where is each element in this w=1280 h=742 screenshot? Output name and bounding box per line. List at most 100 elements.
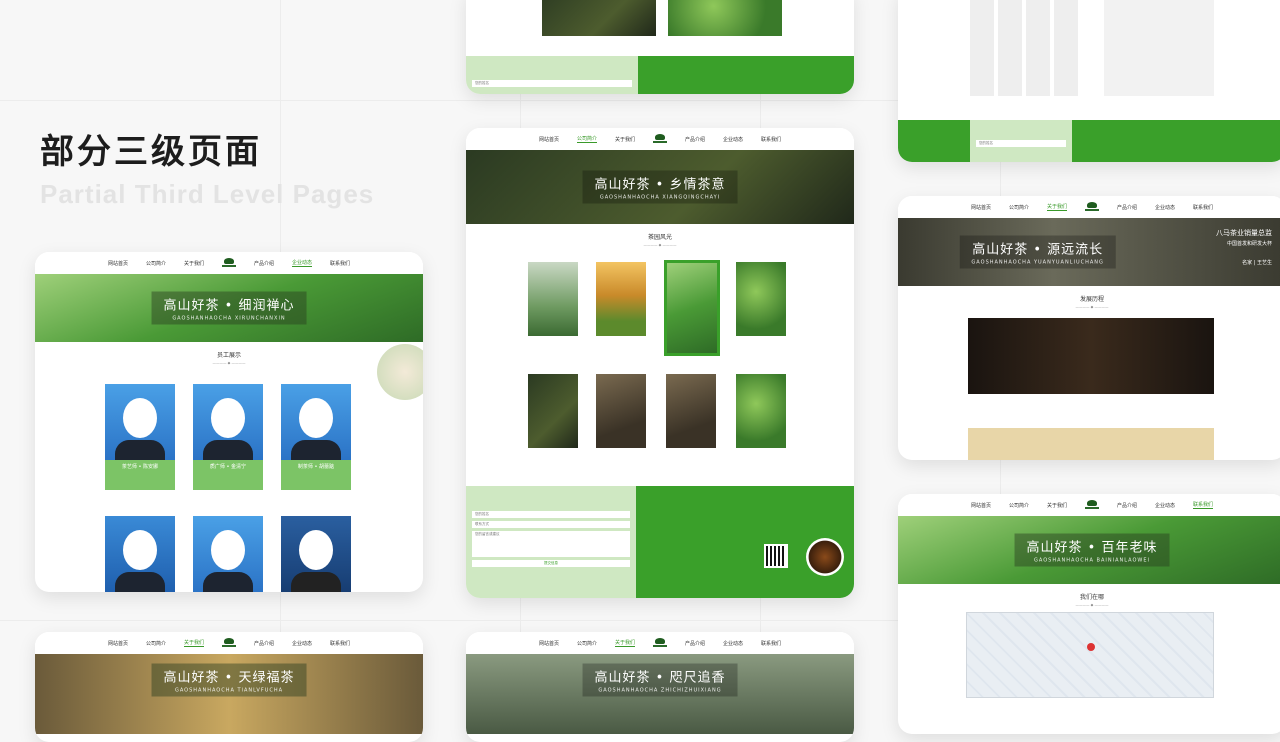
- gallery-photo[interactable]: [666, 374, 716, 448]
- banner-title: 高山好茶 • 细润禅心: [163, 298, 295, 314]
- bottom-left-card[interactable]: 网站首页 公司简介 关于我们 产品介绍 企业动态 联系我们 高山好茶 • 天绿福…: [35, 632, 423, 742]
- location-page-card[interactable]: 网站首页 公司简介 关于我们 产品介绍 企业动态 联系我们 高山好茶 • 百年老…: [898, 494, 1280, 734]
- nav-news[interactable]: 企业动态: [1155, 204, 1175, 211]
- nav-contact[interactable]: 联系我们: [761, 640, 781, 647]
- nav-products[interactable]: 产品介绍: [1117, 204, 1137, 211]
- nav-products[interactable]: 产品介绍: [254, 260, 274, 267]
- brand-logo-icon: [1085, 201, 1099, 213]
- staff-card[interactable]: [281, 516, 351, 592]
- nav-home[interactable]: 网站首页: [539, 136, 559, 143]
- side-line: 中国首发和研发大杯: [1226, 241, 1272, 247]
- footer-input[interactable]: 您的姓名: [976, 140, 1066, 147]
- nav-about[interactable]: 公司简介: [146, 640, 166, 647]
- nav-contact[interactable]: 联系我们: [1193, 204, 1213, 211]
- gallery-photo[interactable]: [736, 262, 786, 336]
- nav-us[interactable]: 关于我们: [615, 136, 635, 143]
- nav-products[interactable]: 产品介绍: [254, 640, 274, 647]
- nav-about[interactable]: 公司简介: [1009, 204, 1029, 211]
- staff-photo: [193, 516, 263, 592]
- nav-about[interactable]: 公司简介: [1009, 502, 1029, 509]
- banner-caption: 高山好茶 • 源远流长 GAOSHANHAOCHA YUANYUANLIUCHA…: [959, 235, 1116, 269]
- contact-input[interactable]: 联系方式: [472, 521, 630, 528]
- staff-card[interactable]: 制茶师 • 胡蕾踮: [281, 384, 351, 490]
- section-divider: ———— ◆ ————: [1075, 305, 1109, 309]
- nav-news[interactable]: 企业动态: [723, 640, 743, 647]
- brand-logo-icon: [653, 133, 667, 145]
- page-title: 部分三级页面: [40, 132, 262, 172]
- nav-products[interactable]: 产品介绍: [685, 640, 705, 647]
- staff-card[interactable]: 质广师 • 金清宁: [193, 384, 263, 490]
- gallery-photo[interactable]: [596, 262, 646, 336]
- nav-contact[interactable]: 联系我们: [1193, 501, 1214, 509]
- banner-title: 高山好茶 • 源远流长: [972, 242, 1104, 258]
- staff-info: 茶艺师 • 陈安娜: [105, 460, 175, 490]
- banner-caption: 高山好茶 • 天绿福茶 GAOSHANHAOCHA TIANLVFUCHA: [151, 663, 307, 697]
- banner-side-text: 八马茶业销量总监 中国首发和研发大杯 名家 | 王艺生: [1216, 228, 1272, 266]
- nav-home[interactable]: 网站首页: [108, 640, 128, 647]
- banner-subtitle: GAOSHANHAOCHA YUANYUANLIUCHANG: [971, 259, 1104, 266]
- gallery-photo[interactable]: [528, 374, 578, 448]
- section-title: 茶园风光: [647, 234, 672, 241]
- site-footer: 您的姓名: [898, 120, 1280, 162]
- history-photo: [968, 318, 1214, 394]
- nav-products[interactable]: 产品介绍: [685, 136, 705, 143]
- nav-news[interactable]: 企业动态: [723, 136, 743, 143]
- top-middle-card[interactable]: 您的姓名: [466, 0, 854, 94]
- nav-contact[interactable]: 联系我们: [330, 640, 350, 647]
- nav-contact[interactable]: 联系我们: [761, 136, 781, 143]
- submit-button[interactable]: 提交信息: [472, 560, 630, 567]
- staff-photo: [281, 516, 351, 592]
- nav-about[interactable]: 公司简介: [146, 260, 166, 267]
- nav-products[interactable]: 产品介绍: [1117, 502, 1137, 509]
- footer-links: [636, 486, 854, 598]
- history-photo-2: [968, 428, 1214, 460]
- nav-us[interactable]: 关于我们: [184, 260, 204, 267]
- nav-about[interactable]: 公司简介: [576, 135, 597, 143]
- nav-home[interactable]: 网站首页: [539, 640, 559, 647]
- history-page-card[interactable]: 网站首页 公司简介 关于我们 产品介绍 企业动态 联系我们 高山好茶 • 源远流…: [898, 196, 1280, 460]
- team-page-card[interactable]: 网站首页 公司简介 关于我们 产品介绍 企业动态 联系我们 高山好茶 • 细润禅…: [35, 252, 423, 592]
- banner-subtitle: GAOSHANHAOCHA TIANLVFUCHA: [174, 687, 284, 694]
- gallery-photo[interactable]: [596, 374, 646, 448]
- top-nav: 网站首页 公司简介 关于我们 产品介绍 企业动态 联系我们: [898, 196, 1280, 218]
- section-title: 员工展示: [216, 352, 241, 359]
- nav-home[interactable]: 网站首页: [971, 204, 991, 211]
- gallery-photo-selected[interactable]: [664, 260, 720, 356]
- location-map[interactable]: [966, 612, 1214, 698]
- brand-logo-icon: [653, 637, 667, 649]
- nav-home[interactable]: 网站首页: [108, 260, 128, 267]
- message-input[interactable]: 您的留言或建议: [472, 531, 630, 557]
- nav-news[interactable]: 企业动态: [292, 640, 312, 647]
- banner-caption: 高山好茶 • 咫尺追香 GAOSHANHAOCHA ZHICHIZHUIXIAN…: [582, 663, 738, 697]
- staff-card[interactable]: [105, 516, 175, 592]
- staff-info: 质广师 • 金清宁: [193, 460, 263, 490]
- bottom-middle-card[interactable]: 网站首页 公司简介 关于我们 产品介绍 企业动态 联系我们 高山好茶 • 咫尺追…: [466, 632, 854, 742]
- gallery-page-card[interactable]: 网站首页 公司简介 关于我们 产品介绍 企业动态 联系我们 高山好茶 • 乡情茶…: [466, 128, 854, 598]
- nav-us[interactable]: 关于我们: [614, 639, 635, 647]
- staff-photo: [281, 384, 351, 460]
- staff-card[interactable]: 茶艺师 • 陈安娜: [105, 384, 175, 490]
- gallery-photo[interactable]: [736, 374, 786, 448]
- banner-caption: 高山好茶 • 乡情茶意 GAOSHANHAOCHA XIANGQINGCHAYI: [582, 170, 738, 204]
- nav-home[interactable]: 网站首页: [971, 502, 991, 509]
- staff-card[interactable]: [193, 516, 263, 592]
- nav-us[interactable]: 关于我们: [1046, 203, 1067, 211]
- decor-circle-image: [377, 344, 423, 400]
- nav-us[interactable]: 关于我们: [1047, 502, 1067, 509]
- nav-contact[interactable]: 联系我们: [330, 260, 350, 267]
- name-input[interactable]: 您的姓名: [472, 511, 630, 518]
- nav-news[interactable]: 企业动态: [292, 259, 313, 267]
- hero-banner: 高山好茶 • 天绿福茶 GAOSHANHAOCHA TIANLVFUCHA: [35, 654, 423, 734]
- top-nav: 网站首页 公司简介 关于我们 产品介绍 企业动态 联系我们: [35, 252, 423, 274]
- staff-info: 制茶师 • 胡蕾踮: [281, 460, 351, 490]
- nav-news[interactable]: 企业动态: [1155, 502, 1175, 509]
- gallery-photo[interactable]: [528, 262, 578, 336]
- banner-subtitle: GAOSHANHAOCHA XIANGQINGCHAYI: [599, 194, 721, 201]
- footer-links: [638, 56, 854, 94]
- certificate-card[interactable]: 您的姓名: [898, 0, 1280, 162]
- nav-us[interactable]: 关于我们: [183, 639, 204, 647]
- staff-name: 茶艺师 • 陈安娜: [121, 464, 159, 470]
- nav-about[interactable]: 公司简介: [577, 640, 597, 647]
- footer-input[interactable]: 您的姓名: [472, 80, 632, 87]
- banner-title: 高山好茶 • 天绿福茶: [163, 670, 295, 686]
